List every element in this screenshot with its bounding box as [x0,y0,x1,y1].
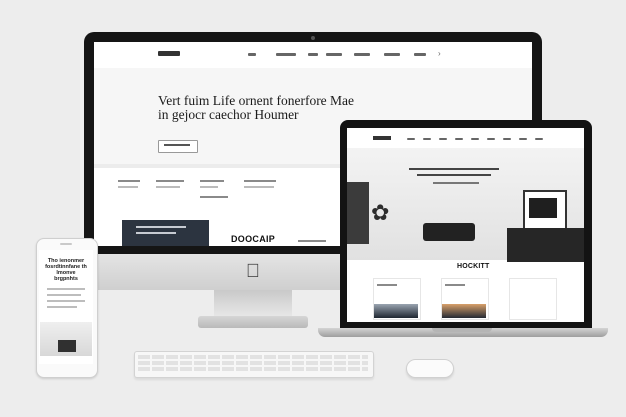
content-card[interactable] [509,278,557,320]
laptop-nav-link[interactable] [439,138,447,140]
sofa-shape [423,223,475,241]
laptop-site-logo[interactable] [373,136,391,140]
nav-link-5[interactable] [354,53,370,56]
tv-screen [529,198,557,218]
keyboard-key-row [138,367,368,371]
hero-cta-label [164,144,190,146]
laptop-nav-link[interactable] [519,138,527,140]
media-console [507,228,584,262]
laptop-nav-link[interactable] [535,138,543,140]
laptop-nav-link[interactable] [487,138,495,140]
laptop-nav-link[interactable] [407,138,415,140]
laptop-nav-link[interactable] [455,138,463,140]
webcam-dot [311,36,315,40]
phone-text-line [47,288,85,290]
card-photo [374,304,418,318]
brand-wordmark: DOOCAIP [231,234,276,244]
phone-sofa-shape [58,340,76,352]
phone-text-line [47,300,85,302]
plant-icon: ✿ [371,200,390,225]
card-text-line [377,284,397,286]
keyboard-key-row [138,361,368,365]
nav-link-7[interactable] [414,53,426,56]
laptop-nav-link[interactable] [471,138,479,140]
laptop-nav-link[interactable] [423,138,431,140]
site-logo[interactable] [158,51,180,56]
hero-text-line [417,174,491,176]
feature-line [200,180,224,182]
phone-speaker [60,243,72,245]
hero-title: Vert fuim Life ornent fonerfore Mae in g… [158,93,355,122]
feature-line [118,186,138,188]
laptop-screen: ✿ HOCKITT [347,128,584,322]
dark-wall-panel [347,182,369,244]
phone-text-line [47,306,77,308]
promo-text-line [136,226,186,228]
feature-line [200,186,218,188]
feature-line [156,186,180,188]
chevron-right-icon[interactable]: › [438,50,446,58]
laptop-notch [432,328,492,332]
hero-cta-button[interactable] [158,140,198,153]
nav-link-3[interactable] [308,53,318,56]
feature-line [118,180,140,182]
nav-link-6[interactable] [384,53,400,56]
apple-logo-icon:  [244,262,262,282]
feature-line [156,180,184,182]
nav-link-1[interactable] [248,53,256,56]
promo-text-line [136,232,176,234]
card-photo [442,304,486,318]
monitor-stand [214,290,292,318]
card-text-line [445,284,465,286]
monitor-foot [198,316,308,328]
mouse[interactable] [406,359,454,378]
nav-link-2[interactable] [276,53,296,56]
feature-line [298,240,326,242]
nav-link-4[interactable] [326,53,342,56]
laptop-nav-link[interactable] [503,138,511,140]
phone-title: Tho ienonmer fosrdtinnfane th lmonve brg… [45,258,87,282]
feature-line [200,196,228,198]
feature-line [244,186,274,188]
hero-text-line [409,168,499,170]
keyboard-key-row [138,355,368,359]
hero-text-line [433,182,479,184]
phone-screen: Tho ienonmer fosrdtinnfane th lmonve brg… [39,250,93,364]
laptop-brand-wordmark: HOCKITT [457,263,490,270]
feature-line [244,180,276,182]
phone-text-line [47,294,81,296]
